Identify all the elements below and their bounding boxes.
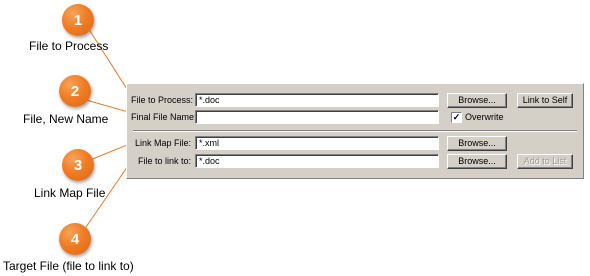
callout-badge-3: 3: [62, 149, 94, 181]
overwrite-checkbox[interactable]: ✓: [451, 112, 462, 123]
file-to-process-browse-button[interactable]: Browse...: [447, 93, 507, 108]
overwrite-label: Overwrite: [465, 112, 504, 122]
link-to-self-button[interactable]: Link to Self: [517, 93, 573, 108]
link-map-file-label: Link Map File:: [134, 138, 191, 148]
final-file-name-input[interactable]: [195, 110, 439, 124]
section-divider: [133, 130, 577, 132]
callout-label-target-file: Target File (file to link to): [3, 259, 134, 273]
file-to-process-input[interactable]: *.doc: [195, 93, 439, 107]
callout-badge-4: 4: [59, 223, 91, 255]
callout-label-file-to-process: File to Process: [29, 39, 109, 53]
file-to-process-label: File to Process:: [131, 95, 194, 105]
callout-label-file-new-name: File, New Name: [23, 112, 109, 126]
callout-badge-1: 1: [62, 4, 94, 36]
file-to-link-to-browse-button[interactable]: Browse...: [447, 154, 507, 169]
add-to-list-button[interactable]: Add to List: [517, 154, 573, 169]
callout-label-link-map-file: Link Map File: [34, 186, 106, 200]
link-settings-panel: File to Process: *.doc Browse... Link to…: [126, 83, 584, 179]
callout-badge-2: 2: [59, 75, 91, 107]
file-to-link-to-label: File to link to:: [137, 156, 191, 166]
link-map-file-browse-button[interactable]: Browse...: [447, 136, 507, 151]
file-to-link-to-input[interactable]: *.doc: [195, 154, 439, 168]
link-map-file-input[interactable]: *.xml: [195, 136, 439, 150]
final-file-name-label: Final File Name:: [131, 112, 197, 122]
